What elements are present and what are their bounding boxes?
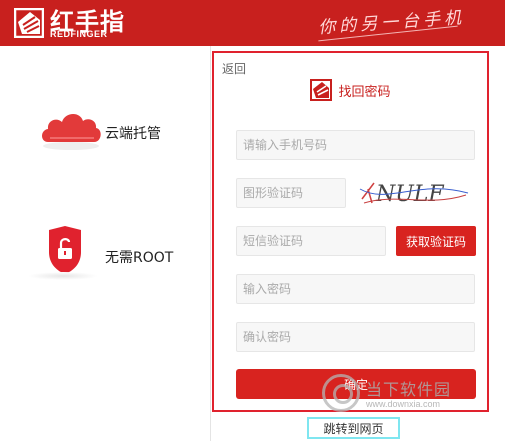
panel-divider	[210, 46, 211, 441]
image-captcha-input[interactable]	[236, 178, 346, 208]
app-header: 红手指 REDFINGER 你的另一台手机	[0, 0, 505, 46]
phone-input[interactable]	[236, 130, 475, 160]
feature-cloud-hosting: 云端托管	[105, 123, 161, 143]
watermark-logo-icon	[322, 374, 360, 412]
feature-label: 云端托管	[105, 126, 161, 142]
form-title: 找回密码	[214, 79, 487, 101]
back-link[interactable]: 返回	[222, 60, 246, 77]
feature-label: 无需ROOT	[105, 250, 174, 266]
watermark-url: www.downxia.com	[366, 399, 441, 409]
confirm-password-input[interactable]	[236, 322, 475, 352]
sms-code-input[interactable]	[236, 226, 386, 256]
jump-to-web-link[interactable]: 跳转到网页	[307, 417, 400, 439]
logo-subtitle: REDFINGER	[50, 29, 108, 39]
password-input[interactable]	[236, 274, 475, 304]
redfinger-logo-icon	[14, 8, 44, 38]
form-title-text: 找回密码	[338, 84, 391, 100]
unlocked-shield-icon	[49, 226, 81, 274]
cloud-icon	[42, 113, 101, 150]
reset-password-form: 返回 找回密码 NULF 获取验证码 确定	[212, 51, 489, 412]
watermark-text: 当下软件园	[366, 380, 452, 399]
captcha-image[interactable]: NULF	[358, 175, 470, 209]
redfinger-logo-icon	[310, 79, 333, 101]
get-sms-code-button[interactable]: 获取验证码	[396, 226, 476, 256]
icon-shadow	[28, 272, 98, 280]
feature-no-root: 无需ROOT	[105, 247, 173, 267]
